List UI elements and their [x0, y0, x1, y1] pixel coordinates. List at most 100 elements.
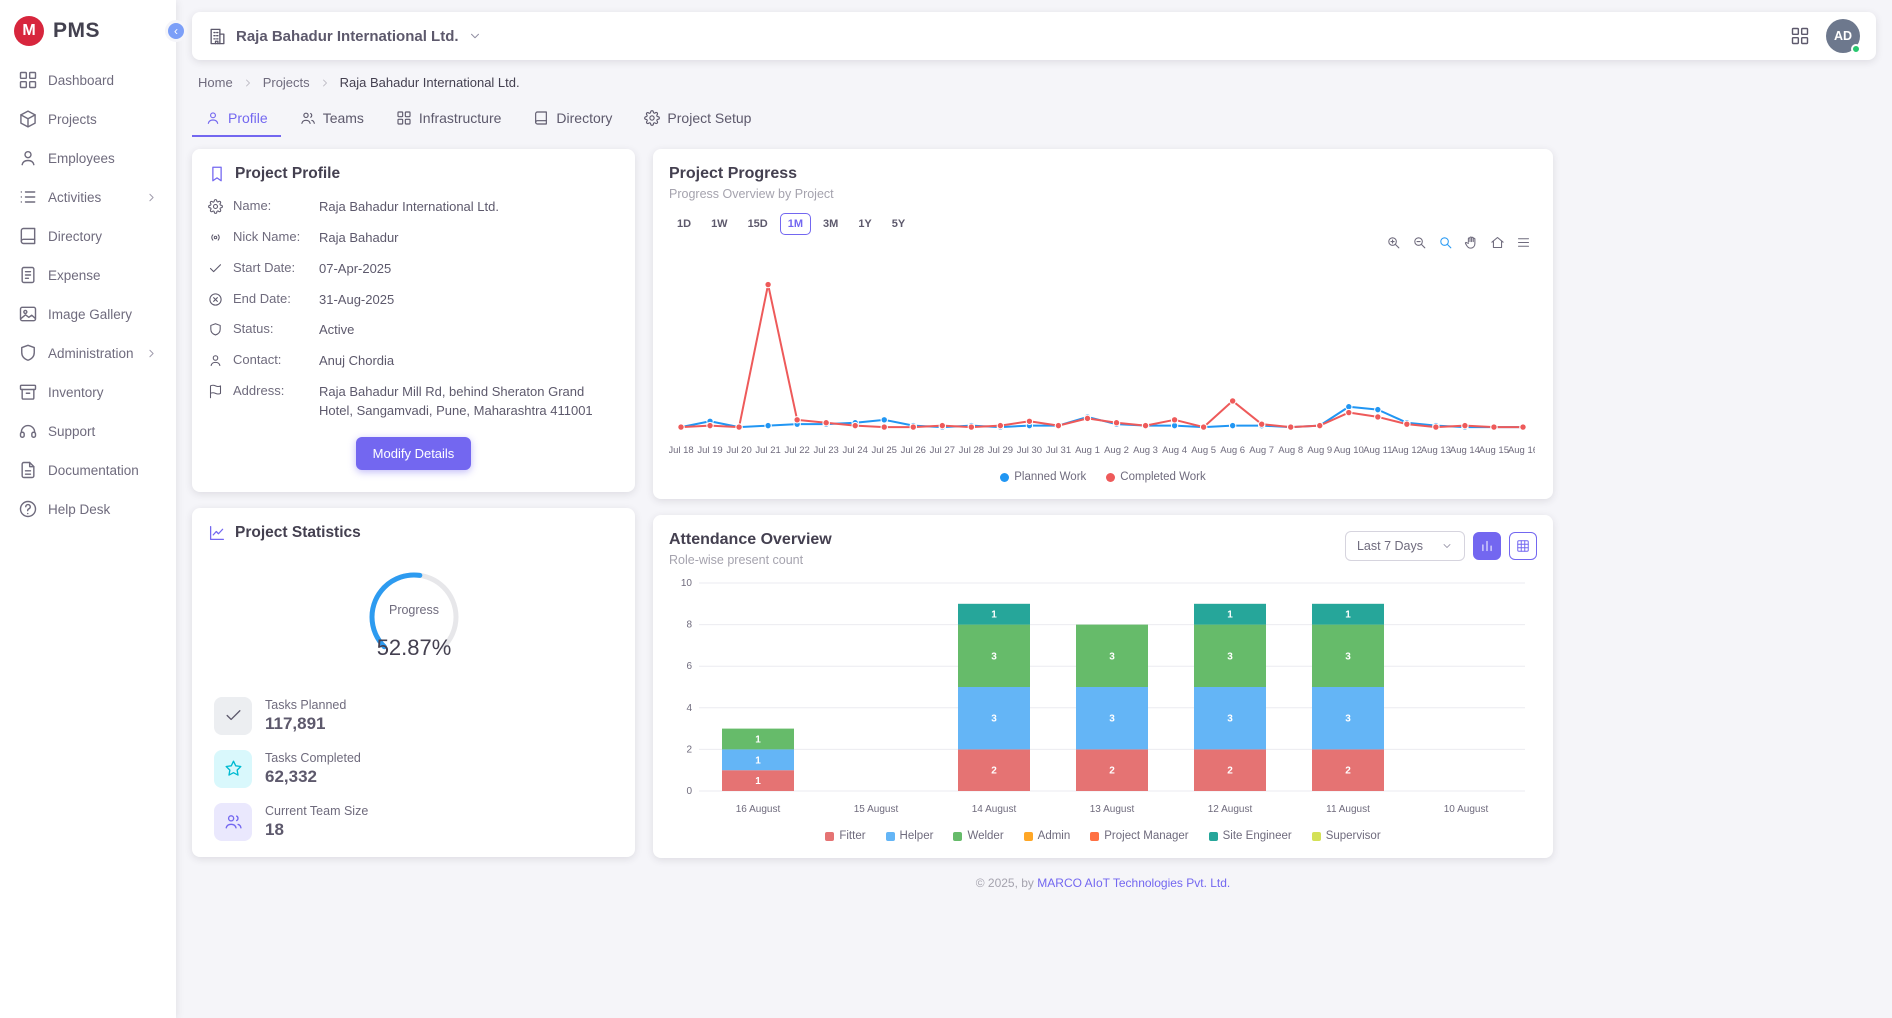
apps-grid-button[interactable] — [1790, 26, 1810, 46]
field-status: Status: Active — [208, 321, 619, 340]
legend-item-fitter[interactable]: Fitter — [825, 830, 865, 842]
sidebar-item-inventory[interactable]: Inventory — [10, 374, 166, 410]
range-5y-button[interactable]: 5Y — [884, 213, 913, 235]
selection-zoom-icon[interactable] — [1438, 235, 1453, 250]
completed-work-point — [997, 422, 1003, 428]
planned-work-point — [1229, 422, 1235, 428]
x-axis-label: Aug 8 — [1278, 445, 1303, 456]
card-title: Project Profile — [235, 165, 340, 183]
sidebar-item-directory[interactable]: Directory — [10, 218, 166, 254]
sidebar-collapse-button[interactable]: ‹ — [165, 20, 187, 42]
breadcrumb-current: Raja Bahadur International Ltd. — [340, 75, 520, 90]
sidebar-item-expense[interactable]: Expense — [10, 257, 166, 293]
project-progress-chart[interactable]: Jul 18Jul 19Jul 20Jul 21Jul 22Jul 23Jul … — [669, 254, 1537, 465]
sidebar-item-administration[interactable]: Administration — [10, 335, 166, 371]
bar-segment-value: 3 — [1227, 714, 1233, 725]
range-1m-button[interactable]: 1M — [780, 213, 811, 235]
x-axis-label: Aug 11 — [1363, 445, 1392, 456]
range-1y-button[interactable]: 1Y — [850, 213, 879, 235]
range-3m-button[interactable]: 3M — [815, 213, 846, 235]
x-axis-label: Aug 9 — [1307, 445, 1332, 456]
completed-work-point — [881, 424, 887, 430]
shield-icon — [18, 343, 38, 363]
project-progress-chart-svg[interactable]: Jul 18Jul 19Jul 20Jul 21Jul 22Jul 23Jul … — [669, 254, 1535, 462]
tab-project-setup[interactable]: Project Setup — [631, 100, 764, 137]
completed-work-point — [736, 424, 742, 430]
y-axis-label: 0 — [686, 786, 692, 797]
zoom-out-icon[interactable] — [1412, 235, 1427, 250]
attendance-chart-svg[interactable]: 024681011116 August15 August233114 Augus… — [669, 571, 1535, 821]
flag-icon — [208, 384, 223, 399]
x-axis-label: Aug 13 — [1421, 445, 1451, 456]
modify-details-button[interactable]: Modify Details — [356, 437, 472, 470]
sidebar-nav: Dashboard Projects Employees Activities … — [0, 58, 176, 531]
sidebar-item-documentation[interactable]: Documentation — [10, 452, 166, 488]
sidebar-item-help-desk[interactable]: Help Desk — [10, 491, 166, 527]
breadcrumb: Home Projects Raja Bahadur International… — [192, 60, 1876, 98]
bar-segment-value: 3 — [991, 651, 997, 662]
legend-item-completed-work[interactable]: Completed Work — [1106, 471, 1205, 483]
completed-work-point — [1229, 398, 1235, 404]
zoom-in-icon[interactable] — [1386, 235, 1401, 250]
bar-segment-value: 1 — [1227, 610, 1233, 621]
range-15d-button[interactable]: 15D — [740, 213, 776, 235]
range-1w-button[interactable]: 1W — [703, 213, 736, 235]
company-name: Raja Bahadur International Ltd. — [236, 28, 459, 45]
legend-item-planned-work[interactable]: Planned Work — [1000, 471, 1086, 483]
sidebar-item-projects[interactable]: Projects — [10, 101, 166, 137]
tab-profile[interactable]: Profile — [192, 100, 281, 137]
y-axis-label: 10 — [681, 578, 693, 589]
receipt-icon — [18, 265, 38, 285]
pms-logo-icon: M — [14, 16, 44, 46]
x-axis-label: 16 August — [736, 804, 781, 815]
legend-label: Fitter — [839, 830, 865, 842]
range-1d-button[interactable]: 1D — [669, 213, 699, 235]
table-view-toggle[interactable] — [1509, 532, 1537, 560]
legend-item-helper[interactable]: Helper — [886, 830, 934, 842]
legend-item-admin[interactable]: Admin — [1024, 830, 1071, 842]
attendance-chart[interactable]: 024681011116 August15 August233114 Augus… — [669, 571, 1537, 824]
gauge-value-text: 52.87% — [376, 635, 451, 660]
tab-directory[interactable]: Directory — [520, 100, 625, 137]
attendance-overview-card: Attendance Overview Role-wise present co… — [653, 515, 1553, 858]
breadcrumb-projects[interactable]: Projects — [263, 75, 310, 90]
x-axis-label: Jul 29 — [988, 445, 1013, 456]
breadcrumb-home[interactable]: Home — [198, 75, 233, 90]
x-axis-label: Jul 24 — [843, 445, 868, 456]
stat-tasks-completed: Tasks Completed 62,332 — [214, 750, 613, 788]
home-icon[interactable] — [1490, 235, 1505, 250]
legend-item-welder[interactable]: Welder — [953, 830, 1003, 842]
sidebar-item-dashboard[interactable]: Dashboard — [10, 62, 166, 98]
progress-gauge-area: Progress52.87% — [208, 557, 619, 682]
sidebar-item-label: Dashboard — [48, 73, 114, 88]
planned-work-point — [765, 422, 771, 428]
building-icon — [208, 27, 227, 46]
user-avatar[interactable]: AD — [1826, 19, 1860, 53]
bar-chart-view-toggle[interactable] — [1473, 532, 1501, 560]
legend-item-site-engineer[interactable]: Site Engineer — [1209, 830, 1292, 842]
sidebar-item-support[interactable]: Support — [10, 413, 166, 449]
legend-item-supervisor[interactable]: Supervisor — [1312, 830, 1381, 842]
app-logo[interactable]: M PMS — [0, 0, 176, 58]
company-selector[interactable]: Raja Bahadur International Ltd. — [208, 27, 482, 46]
stat-current-team-size: Current Team Size 18 — [214, 803, 613, 841]
topbar-right: AD — [1790, 19, 1860, 53]
pan-hand-icon[interactable] — [1464, 235, 1479, 250]
menu-icon[interactable] — [1516, 235, 1531, 250]
bar-segment-value: 2 — [1227, 766, 1233, 777]
x-axis-label: Aug 16 — [1508, 445, 1535, 456]
sidebar-item-employees[interactable]: Employees — [10, 140, 166, 176]
date-range-select[interactable]: Last 7 Days — [1345, 531, 1465, 561]
x-axis-label: 11 August — [1326, 804, 1370, 815]
sidebar-item-image-gallery[interactable]: Image Gallery — [10, 296, 166, 332]
sidebar-item-activities[interactable]: Activities — [10, 179, 166, 215]
stat-tasks-planned: Tasks Planned 117,891 — [214, 697, 613, 735]
broadcast-icon — [208, 230, 223, 245]
online-status-dot — [1851, 44, 1861, 54]
check-icon — [214, 697, 252, 735]
footer-company-link[interactable]: MARCO AIoT Technologies Pvt. Ltd. — [1037, 876, 1230, 890]
legend-item-project-manager[interactable]: Project Manager — [1090, 830, 1188, 842]
tab-infrastructure[interactable]: Infrastructure — [383, 100, 514, 137]
tab-teams[interactable]: Teams — [287, 100, 377, 137]
sidebar-item-label: Expense — [48, 268, 101, 283]
